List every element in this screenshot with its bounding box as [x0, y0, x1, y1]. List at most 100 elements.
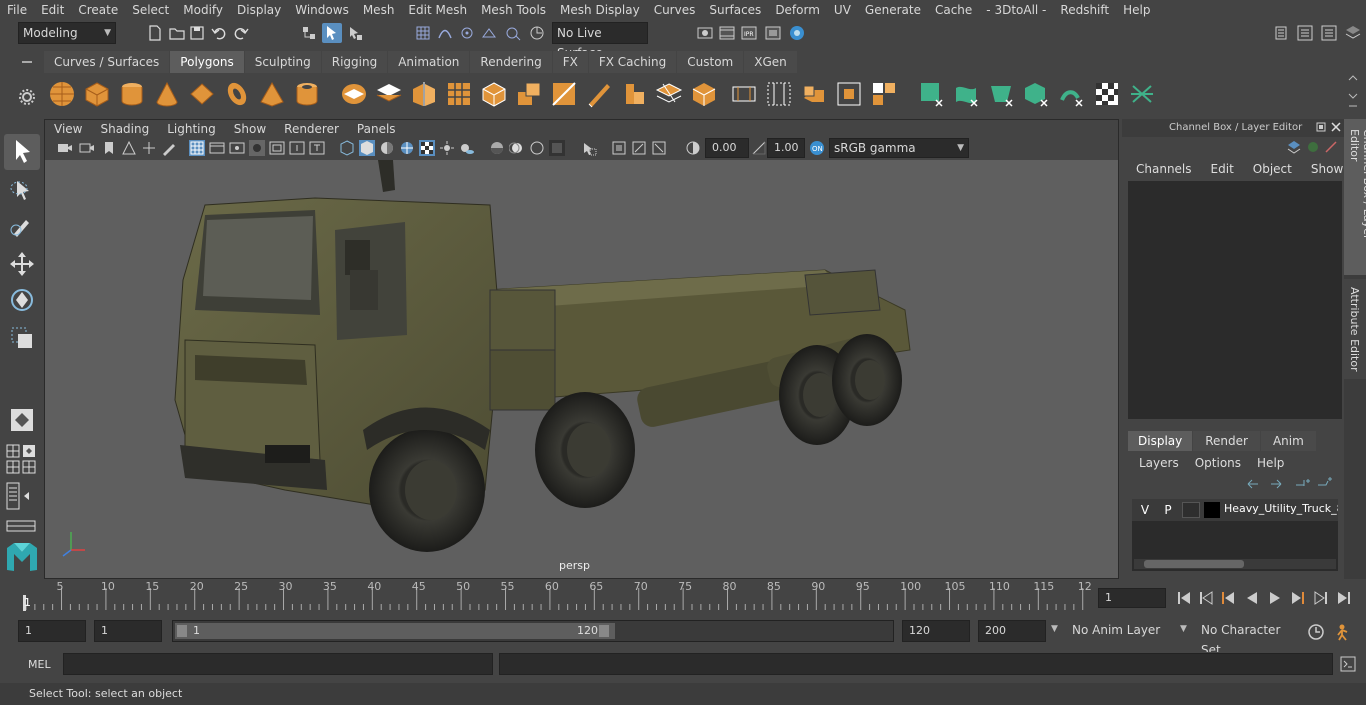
smooth-shade-icon[interactable]	[359, 140, 375, 156]
menu-generate[interactable]: Generate	[858, 3, 928, 17]
four-view-layout-icon[interactable]	[6, 444, 20, 458]
xray-icon[interactable]	[611, 140, 627, 156]
menu-file[interactable]: File	[0, 3, 34, 17]
vp-menu-lighting[interactable]: Lighting	[158, 122, 225, 136]
lasso-tool-icon[interactable]	[8, 176, 36, 204]
gear-icon[interactable]	[18, 88, 36, 106]
snap-grid-icon[interactable]	[414, 24, 432, 42]
persp-graph-layout-icon[interactable]	[6, 460, 20, 474]
uv-editor-icon[interactable]	[870, 80, 898, 108]
bevel-icon[interactable]	[550, 80, 578, 108]
poly-pyramid-icon[interactable]	[258, 80, 286, 108]
animation-end-field[interactable]: 200	[978, 620, 1046, 642]
layer-toggle-icon[interactable]	[1324, 140, 1338, 154]
tab-xgen[interactable]: XGen	[744, 51, 797, 73]
tab-attribute-editor[interactable]: Attribute Editor	[1344, 279, 1366, 379]
snap-live-icon[interactable]	[504, 24, 522, 42]
poly-pipe-icon[interactable]	[293, 80, 321, 108]
wireframe-on-shaded-icon[interactable]	[399, 140, 415, 156]
layer-menu-options[interactable]: Options	[1195, 456, 1241, 470]
multi-cut-icon[interactable]	[655, 80, 683, 108]
time-ruler[interactable]: 5 10 15 20 25 30 35 40 45 50 55 60 65 70 75 80 85 90 95 100…	[18, 580, 1092, 612]
layer-visibility-toggle[interactable]: V	[1136, 502, 1154, 518]
layer-playback-toggle[interactable]: P	[1159, 502, 1177, 518]
menu-cache[interactable]: Cache	[928, 3, 979, 17]
layer-row[interactable]: V P Heavy_Utility_Truck_8x	[1132, 499, 1338, 521]
menu-surfaces[interactable]: Surfaces	[702, 3, 768, 17]
poly-torus-icon[interactable]	[223, 80, 251, 108]
render-frame-icon[interactable]	[718, 24, 736, 42]
move-layer-up-icon[interactable]	[1245, 477, 1261, 491]
scale-tool-icon[interactable]	[8, 324, 36, 352]
float-panel-icon[interactable]	[1316, 122, 1326, 132]
select-hierarchy-icon[interactable]	[300, 24, 318, 42]
poly-plane-icon[interactable]	[188, 80, 216, 108]
menu-deform[interactable]: Deform	[768, 3, 827, 17]
camera-attributes-icon[interactable]	[79, 140, 95, 156]
rotate-tool-icon[interactable]	[8, 286, 36, 314]
step-forward-key-icon[interactable]	[1290, 590, 1306, 606]
resolution-gate-icon[interactable]	[229, 140, 245, 156]
make-live-icon[interactable]	[528, 24, 546, 42]
use-all-lights-icon[interactable]	[439, 140, 455, 156]
live-surface-field[interactable]: No Live Surface	[552, 22, 648, 60]
outliner-layout-icon[interactable]	[6, 482, 36, 510]
select-vertex-icon[interactable]	[918, 80, 946, 108]
layer-menu-help[interactable]: Help	[1257, 456, 1284, 470]
menu-mesh[interactable]: Mesh	[356, 3, 402, 17]
playback-end-field[interactable]: 120	[902, 620, 970, 642]
render-settings-icon[interactable]	[696, 24, 714, 42]
textured-icon[interactable]	[419, 140, 435, 156]
snap-view-plane-icon[interactable]	[480, 24, 498, 42]
hypershade-persp-layout-icon[interactable]	[22, 460, 36, 474]
exposure-field[interactable]: 0.00	[705, 138, 749, 158]
exposure-icon[interactable]	[685, 140, 701, 156]
anti-aliasing-icon[interactable]	[529, 140, 545, 156]
vp-menu-renderer[interactable]: Renderer	[275, 122, 348, 136]
chevron-down-icon[interactable]: ▼	[1051, 624, 1058, 634]
cb-menu-edit[interactable]: Edit	[1211, 162, 1234, 176]
tab-polygons[interactable]: Polygons	[170, 51, 244, 73]
script-editor-icon[interactable]	[1340, 656, 1356, 672]
select-object-icon[interactable]	[322, 23, 342, 43]
select-tool-icon[interactable]	[4, 134, 40, 170]
range-slider-handle[interactable]: 1 120	[175, 623, 615, 639]
new-layer-selected-icon[interactable]	[1316, 477, 1332, 491]
checker-icon[interactable]	[1093, 80, 1121, 108]
cb-menu-channels[interactable]: Channels	[1136, 162, 1192, 176]
truck-model[interactable]	[45, 160, 1118, 578]
menu-create[interactable]: Create	[71, 3, 125, 17]
menu-mesh-tools[interactable]: Mesh Tools	[474, 3, 553, 17]
poly-cube-icon[interactable]	[83, 80, 111, 108]
character-set-dropdown[interactable]: No Character Set	[1197, 620, 1297, 657]
wireframe-icon[interactable]	[339, 140, 355, 156]
menu-mesh-display[interactable]: Mesh Display	[553, 3, 647, 17]
layer-horizontal-scrollbar[interactable]	[1134, 559, 1336, 569]
hypershade-icon[interactable]	[788, 24, 806, 42]
grease-pencil-icon[interactable]	[161, 140, 177, 156]
offset-edge-loop-icon[interactable]	[765, 80, 793, 108]
poly-sphere-icon[interactable]	[48, 80, 76, 108]
safe-action-icon[interactable]	[289, 140, 305, 156]
current-frame-field[interactable]: 1	[1098, 588, 1166, 608]
bookmark-icon[interactable]	[101, 140, 117, 156]
persp-outliner-layout-icon[interactable]	[22, 444, 36, 458]
shadows-icon[interactable]	[459, 140, 475, 156]
channel-box-toggle-icon[interactable]	[1344, 24, 1362, 42]
undo-icon[interactable]	[210, 24, 228, 42]
channel-list[interactable]	[1128, 181, 1342, 419]
range-slider-end-grip[interactable]	[599, 625, 609, 637]
save-scene-icon[interactable]	[188, 24, 206, 42]
cb-menu-object[interactable]: Object	[1253, 162, 1292, 176]
vp-menu-shading[interactable]: Shading	[91, 122, 158, 136]
menu-select[interactable]: Select	[125, 3, 176, 17]
default-material-icon[interactable]	[379, 140, 395, 156]
separate-icon[interactable]	[375, 80, 403, 108]
xray-joints-icon[interactable]	[631, 140, 647, 156]
new-empty-layer-icon[interactable]	[1294, 477, 1310, 491]
anim-layer-dropdown[interactable]: No Anim Layer	[1068, 620, 1168, 642]
image-plane-icon[interactable]	[121, 140, 137, 156]
select-face-icon[interactable]	[988, 80, 1016, 108]
auto-key-icon[interactable]	[1307, 623, 1325, 641]
layer-name[interactable]: Heavy_Utility_Truck_8x	[1224, 502, 1338, 515]
